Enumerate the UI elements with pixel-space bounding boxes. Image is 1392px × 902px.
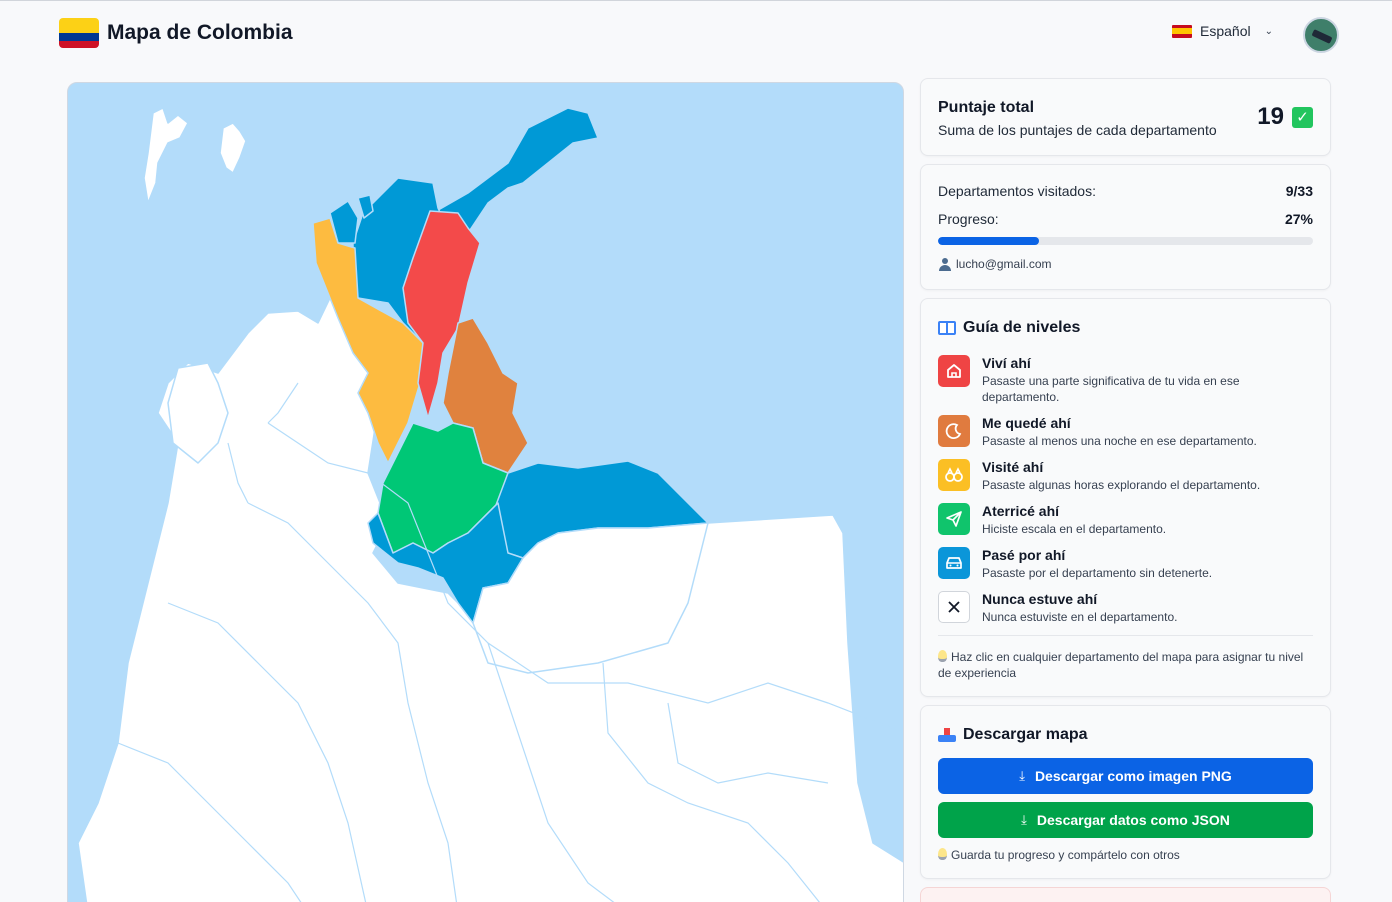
download-title: Descargar mapa: [938, 726, 1088, 744]
level-desc: Pasaste por el departamento sin detenert…: [982, 566, 1213, 580]
progress-label: Progreso:: [938, 211, 999, 227]
level-desc: Hiciste escala en el departamento.: [982, 522, 1167, 536]
score-title: Puntaje total: [938, 99, 1035, 116]
level-name: Visité ahí: [982, 459, 1044, 475]
level-lived: Viví ahí Pasaste una parte significativa…: [938, 355, 1313, 404]
level-desc: Pasaste algunas horas explorando el depa…: [982, 478, 1261, 492]
download-png-button[interactable]: ⤓ Descargar como imagen PNG: [938, 758, 1313, 794]
user-icon: [938, 257, 952, 271]
level-desc: Pasaste una parte significativa de tu vi…: [982, 374, 1240, 404]
paper-plane-icon: [938, 503, 970, 535]
map-svg: [77, 107, 903, 902]
level-passed: Pasé por ahí Pasaste por el departamento…: [938, 547, 1313, 591]
visited-row: Departamentos visitados: 9/33: [938, 183, 1313, 199]
progress-card: Departamentos visitados: 9/33 Progreso: …: [920, 164, 1331, 290]
level-name: Me quedé ahí: [982, 415, 1071, 431]
score-value-wrap: 19 ✓: [1257, 103, 1313, 131]
binoculars-icon: [938, 459, 970, 491]
house-icon: [938, 355, 970, 387]
level-name: Viví ahí: [982, 355, 1031, 371]
level-landed: Aterricé ahí Hiciste escala en el depart…: [938, 503, 1313, 547]
lightbulb-icon: [938, 848, 947, 860]
level-stayed: Me quedé ahí Pasaste al menos una noche …: [938, 415, 1313, 459]
level-desc: Pasaste al menos una noche en ese depart…: [982, 434, 1257, 448]
app-title: Mapa de Colombia: [107, 21, 293, 44]
moon-icon: [938, 415, 970, 447]
close-icon: [938, 591, 970, 623]
lightbulb-icon: [938, 650, 947, 662]
chevron-down-icon: ⌄: [1264, 25, 1273, 37]
download-icon: ⤓: [1021, 812, 1027, 827]
level-guide-card: Guía de niveles Viví ahí Pasaste una par…: [920, 298, 1331, 697]
download-json-button[interactable]: ⤓ Descargar datos como JSON: [938, 802, 1313, 838]
level-desc: Nunca estuviste en el departamento.: [982, 610, 1178, 624]
progress-bar-fill: [938, 237, 1040, 245]
download-icon: ⤓: [1019, 768, 1025, 783]
language-label: Español: [1200, 23, 1251, 39]
header: Mapa de Colombia Español ⌄: [0, 1, 1392, 65]
download-card: Descargar mapa ⤓ Descargar como imagen P…: [920, 705, 1331, 879]
book-icon: [938, 321, 956, 335]
visited-label: Departamentos visitados:: [938, 183, 1096, 199]
language-selector[interactable]: Español ⌄: [1172, 23, 1273, 39]
user-email-row: lucho@gmail.com: [938, 257, 1052, 271]
colombia-flag-icon: [59, 18, 99, 48]
spain-flag-icon: [1172, 24, 1192, 38]
progress-value: 27%: [1284, 211, 1313, 227]
level-name: Nunca estuve ahí: [982, 591, 1098, 607]
progress-row: Progreso: 27%: [938, 211, 1313, 227]
check-icon: ✓: [1292, 106, 1313, 128]
guide-title: Guía de niveles: [938, 319, 1080, 337]
next-card-peek: [920, 887, 1331, 902]
car-icon: [938, 547, 970, 579]
score-value: 19: [1257, 103, 1284, 130]
colombia-map: [67, 82, 904, 902]
visited-value: 9/33: [1285, 183, 1313, 199]
score-subtitle: Suma de los puntajes de cada departament…: [938, 122, 1217, 138]
user-email: lucho@gmail.com: [956, 257, 1052, 271]
guide-tip: Haz clic en cualquier departamento del m…: [938, 650, 1304, 680]
inbox-tray-icon: [938, 728, 956, 742]
level-name: Pasé por ahí: [982, 547, 1066, 563]
level-visited: Visité ahí Pasaste algunas horas explora…: [938, 459, 1313, 503]
progress-bar: [938, 237, 1313, 245]
island-providencia[interactable]: [219, 122, 247, 174]
score-card: Puntaje total Suma de los puntajes de ca…: [920, 78, 1331, 156]
download-note: Guarda tu progreso y compártelo con otro…: [938, 847, 1305, 863]
level-never: Nunca estuve ahí Nunca estuviste en el d…: [938, 591, 1313, 635]
island-san-andres[interactable]: [143, 107, 189, 204]
level-name: Aterricé ahí: [982, 503, 1060, 519]
divider: [938, 635, 1313, 636]
avatar[interactable]: [1303, 17, 1339, 53]
